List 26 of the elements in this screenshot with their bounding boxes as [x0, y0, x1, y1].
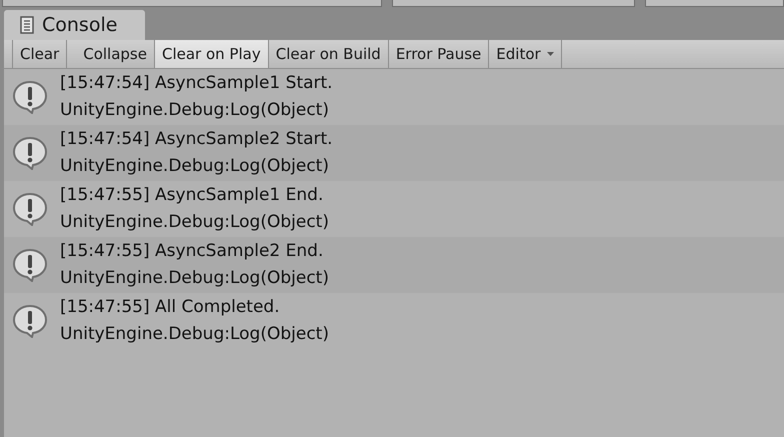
- log-message: [15:47:55] AsyncSample2 End.: [60, 240, 324, 263]
- log-message: [15:47:54] AsyncSample1 Start.: [60, 72, 333, 95]
- stack-trace: UnityEngine.Debug:Log(Object): [60, 323, 329, 346]
- log-entry[interactable]: [15:47:55] AsyncSample2 End. UnityEngine.Debug:Log(Object): [4, 237, 784, 293]
- info-bubble-icon: [12, 192, 48, 226]
- info-bubble-icon: [12, 136, 48, 170]
- stack-trace: UnityEngine.Debug:Log(Object): [60, 211, 329, 234]
- toolbar-button[interactable]: Clear: [12, 40, 68, 68]
- log-message: [15:47:55] AsyncSample1 End.: [60, 184, 324, 207]
- toggle-button[interactable]: Clear on Play: [154, 40, 269, 68]
- info-bubble-icon: [12, 248, 48, 282]
- dropdown-button[interactable]: Editor: [489, 40, 562, 68]
- info-bubble-icon: [12, 304, 48, 338]
- document-icon: [20, 16, 34, 34]
- log-entry[interactable]: [15:47:54] AsyncSample2 Start. UnityEngine.Debug:Log(Object): [4, 125, 784, 181]
- stack-trace: UnityEngine.Debug:Log(Object): [60, 155, 330, 178]
- tab-title: Console: [42, 14, 118, 36]
- log-message: [15:47:55] All Completed.: [60, 296, 281, 319]
- console-tab[interactable]: Console: [4, 10, 145, 40]
- caret-icon: [546, 52, 554, 56]
- info-bubble-icon: [12, 80, 48, 114]
- toggle-button[interactable]: Error Pause: [388, 40, 490, 68]
- stack-trace: UnityEngine.Debug:Log(Object): [60, 99, 330, 122]
- toggle-button[interactable]: Clear on Build: [268, 40, 389, 68]
- log-message: [15:47:54] AsyncSample2 Start.: [60, 128, 333, 151]
- stack-trace: UnityEngine.Debug:Log(Object): [60, 267, 329, 290]
